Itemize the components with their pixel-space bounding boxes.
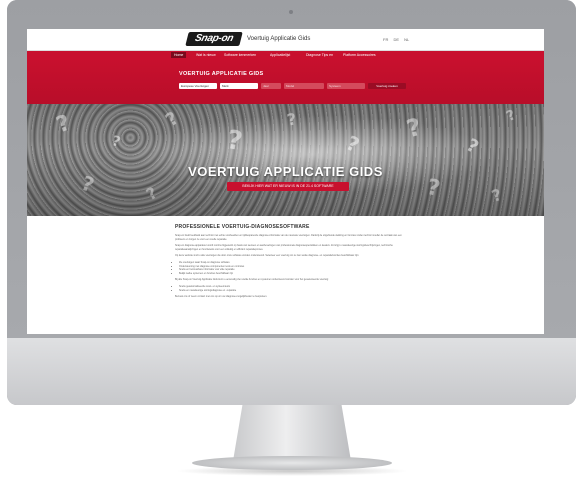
hero-title: VOERTUIG APPLICATIE GIDS (188, 164, 383, 179)
question-mark-icon: ? (53, 110, 74, 139)
question-mark-icon: ? (142, 182, 161, 205)
feature-list: Zie voertuigen waar Snap-on diagnose sof… (175, 261, 405, 275)
monitor-chin (7, 338, 576, 405)
question-mark-icon: ? (342, 130, 364, 158)
site-subtitle: Voertuig Applicatie Gids (247, 36, 311, 42)
site-header: Snap-on Voertuig Applicatie Gids FR DE N… (27, 29, 544, 51)
search-title: VOERTUIG APPLICATIE GIDS (179, 71, 264, 77)
lang-de[interactable]: DE (393, 37, 399, 42)
intro-paragraph-3: Op deze website vindt u alle voertuigen … (175, 254, 360, 258)
question-mark-icon: ? (110, 133, 123, 151)
question-mark-icon: ? (424, 174, 443, 203)
feature-list-2: Snelle geautomatiseerde scan- en systeem… (175, 285, 405, 292)
question-mark-icon: ? (403, 112, 425, 144)
question-mark-icon: ? (462, 134, 483, 159)
nav-platform-accessories[interactable]: Platform Accessoires (340, 52, 379, 58)
question-mark-icon: ? (161, 107, 183, 132)
intro-paragraph-5: Bezoek ons of neem contact met ons op om… (175, 295, 268, 299)
nav-whats-new[interactable]: Wat is nieuw (193, 52, 219, 58)
snapon-logo[interactable]: Snap-on (185, 32, 243, 46)
monitor-stand (233, 405, 351, 461)
nav-home[interactable]: Home (171, 52, 187, 58)
question-mark-icon: ? (503, 107, 519, 125)
model-select[interactable]: Model (284, 83, 324, 89)
nav-diagnose-tips[interactable]: Diagnose Tips en (303, 52, 336, 58)
intro-paragraph-4: Bij alle Snap-on Voertuig Applicatie Gid… (175, 278, 329, 282)
year-select[interactable]: Jaar (261, 83, 281, 89)
make-select[interactable]: Merk (220, 83, 258, 89)
intro-paragraph-1: Snap-on biedt feedback aan technici met … (175, 234, 402, 241)
intro-content: PROFESSIONELE VOERTUIG-DIAGNOSESOFTWARE … (27, 216, 405, 299)
camera-dot (289, 10, 293, 14)
list-item: Snelle en nauwkeurige storingsdiagnose e… (179, 289, 405, 293)
search-vehicle-button[interactable]: Voertuig zoeken (368, 83, 406, 89)
lang-fr[interactable]: FR (383, 37, 388, 42)
nav-application-list[interactable]: Applicatielijst (267, 52, 293, 58)
nav-software-features[interactable]: Software kenmerken (221, 52, 259, 58)
whats-new-button[interactable]: BEKIJK HIER WAT ER NIEUW IS IN DE 21.4 S… (227, 182, 349, 191)
hero-banner: ? ? ? ? ? ? ? ? ? ? ? ? ? VOERTUIG APPLI… (27, 104, 544, 216)
region-select[interactable]: Europese Voertuigen (179, 83, 217, 89)
intro-paragraph-2: Snap-on diagnose-apparatuur wordt contin… (175, 244, 393, 251)
question-mark-icon: ? (285, 109, 298, 130)
content-heading: PROFESSIONELE VOERTUIG-DIAGNOSESOFTWARE (175, 224, 310, 230)
language-switcher: FR DE NL (383, 37, 413, 42)
monitor-base (192, 456, 392, 470)
vehicle-search-panel: VOERTUIG APPLICATIE GIDS Europese Voertu… (27, 59, 544, 104)
question-mark-icon: ? (489, 185, 504, 206)
browser-screen: Snap-on Voertuig Applicatie Gids FR DE N… (27, 29, 544, 334)
system-select[interactable]: Systeem (327, 83, 365, 89)
list-item: Bekijk welke systemen en functies beschi… (179, 272, 405, 276)
main-nav: Home Wat is nieuw Software kenmerken App… (27, 51, 544, 59)
lang-nl[interactable]: NL (404, 37, 409, 42)
question-mark-icon: ? (224, 124, 245, 158)
